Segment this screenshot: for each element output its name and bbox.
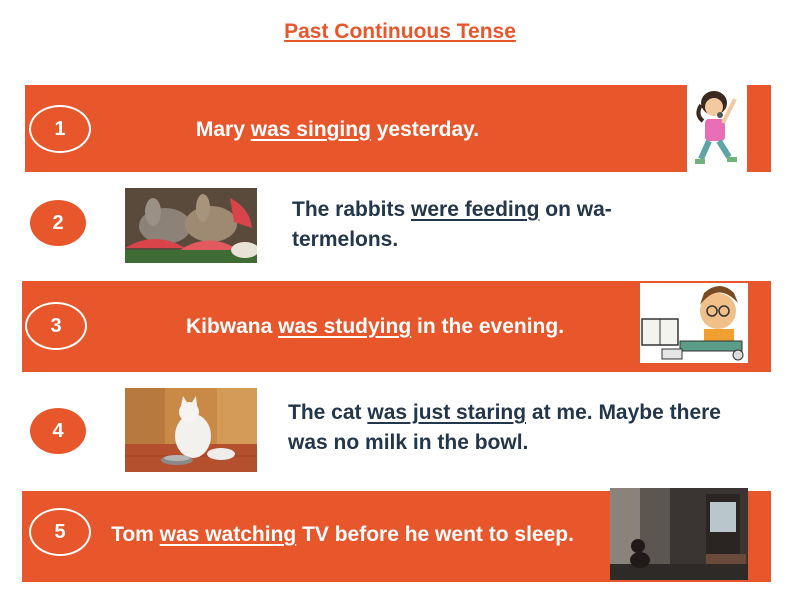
- rabbits-eating-watermelon-photo: [125, 188, 257, 263]
- item-5-number: 5: [29, 508, 91, 556]
- item-4-verb: was just staring: [367, 401, 527, 424]
- item-3-number: 3: [25, 302, 87, 350]
- item-2-verb: were feeding: [411, 198, 540, 221]
- item-4-number: 4: [30, 408, 86, 454]
- item-1-sentence: Mary was singing yesterday.: [195, 118, 480, 141]
- white-cat-with-bowl-photo: [125, 388, 257, 472]
- item-3-verb: was studying: [278, 315, 412, 338]
- item-4-sentence: The cat was just staring at me. Maybe th…: [288, 401, 721, 454]
- item-5-sentence: Tom was watching TV before he went to sl…: [111, 523, 574, 546]
- item-1-verb: was singing: [250, 118, 371, 141]
- item-2-number: 2: [30, 200, 86, 246]
- child-watching-tv-photo: [610, 488, 748, 580]
- girl-singing-illustration: [687, 85, 747, 172]
- item-2-sentence: The rabbits were feeding on wa-termelons…: [292, 198, 612, 251]
- item-5-verb: was watching: [159, 523, 297, 546]
- item-3-sentence: Kibwana was studying in the evening.: [185, 315, 565, 338]
- page-title: Past Continuous Tense: [284, 20, 516, 43]
- boy-studying-illustration: [640, 283, 748, 363]
- item-1-number: 1: [29, 105, 91, 153]
